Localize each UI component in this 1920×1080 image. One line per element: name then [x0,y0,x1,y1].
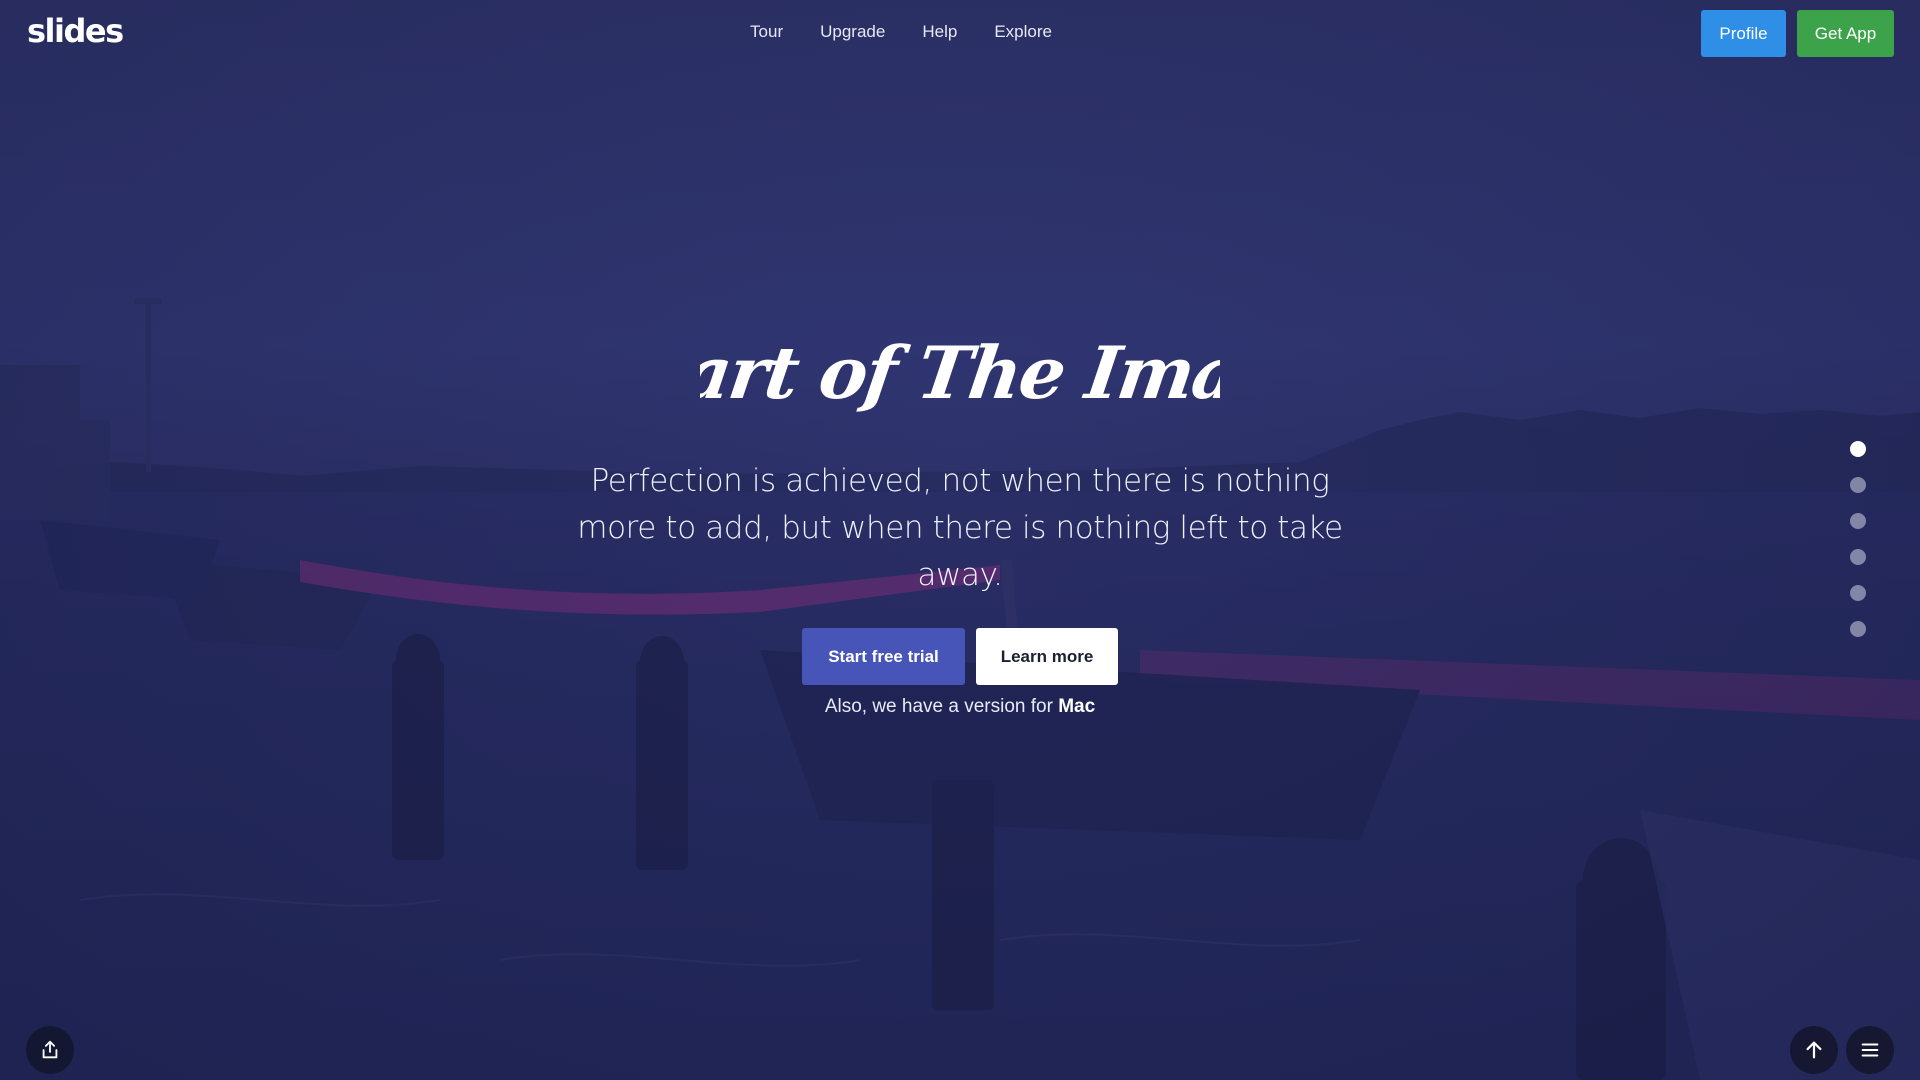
start-free-trial-button[interactable]: Start free trial [802,628,965,685]
share-icon [42,1040,58,1059]
menu-button[interactable] [1846,1026,1894,1074]
hero-title: Heart of The Image [700,331,1220,416]
hero-title-block: Heart of The Image [0,318,1920,433]
learn-more-button[interactable]: Learn more [976,628,1118,685]
hero-title-text: Heart of The Image [700,331,1220,416]
slide-dot-6[interactable] [1850,621,1866,637]
nav-item-help[interactable]: Help [922,22,957,42]
get-app-button[interactable]: Get App [1797,10,1894,57]
slide-dot-2[interactable] [1850,477,1866,493]
arrow-up-icon [1806,1041,1822,1059]
hamburger-menu-icon [1861,1043,1879,1057]
nav-item-explore[interactable]: Explore [994,22,1052,42]
alt-version-prefix: Also, we have a version for [824,696,1053,717]
share-button[interactable] [26,1026,74,1074]
nav-item-upgrade[interactable]: Upgrade [820,22,885,42]
slide-dot-1[interactable] [1850,441,1866,457]
nav-item-tour[interactable]: Tour [750,22,783,42]
mac-version-link[interactable]: Mac [1058,696,1095,717]
slide-dot-5[interactable] [1850,585,1866,601]
slide-dots [1850,441,1866,637]
slide-dot-3[interactable] [1850,513,1866,529]
brand-logo[interactable]: slides [27,12,124,50]
hero-quote: Perfection is achieved, not when there i… [577,463,1343,593]
scroll-up-button[interactable] [1790,1026,1838,1074]
top-nav: Tour Upgrade Help Explore [0,22,1920,42]
page: slides Tour Upgrade Help Explore Profile… [0,0,1920,1080]
profile-button[interactable]: Profile [1701,10,1786,57]
alt-version-line: Also, we have a version for Mac [0,696,1920,718]
slide-dot-4[interactable] [1850,549,1866,565]
